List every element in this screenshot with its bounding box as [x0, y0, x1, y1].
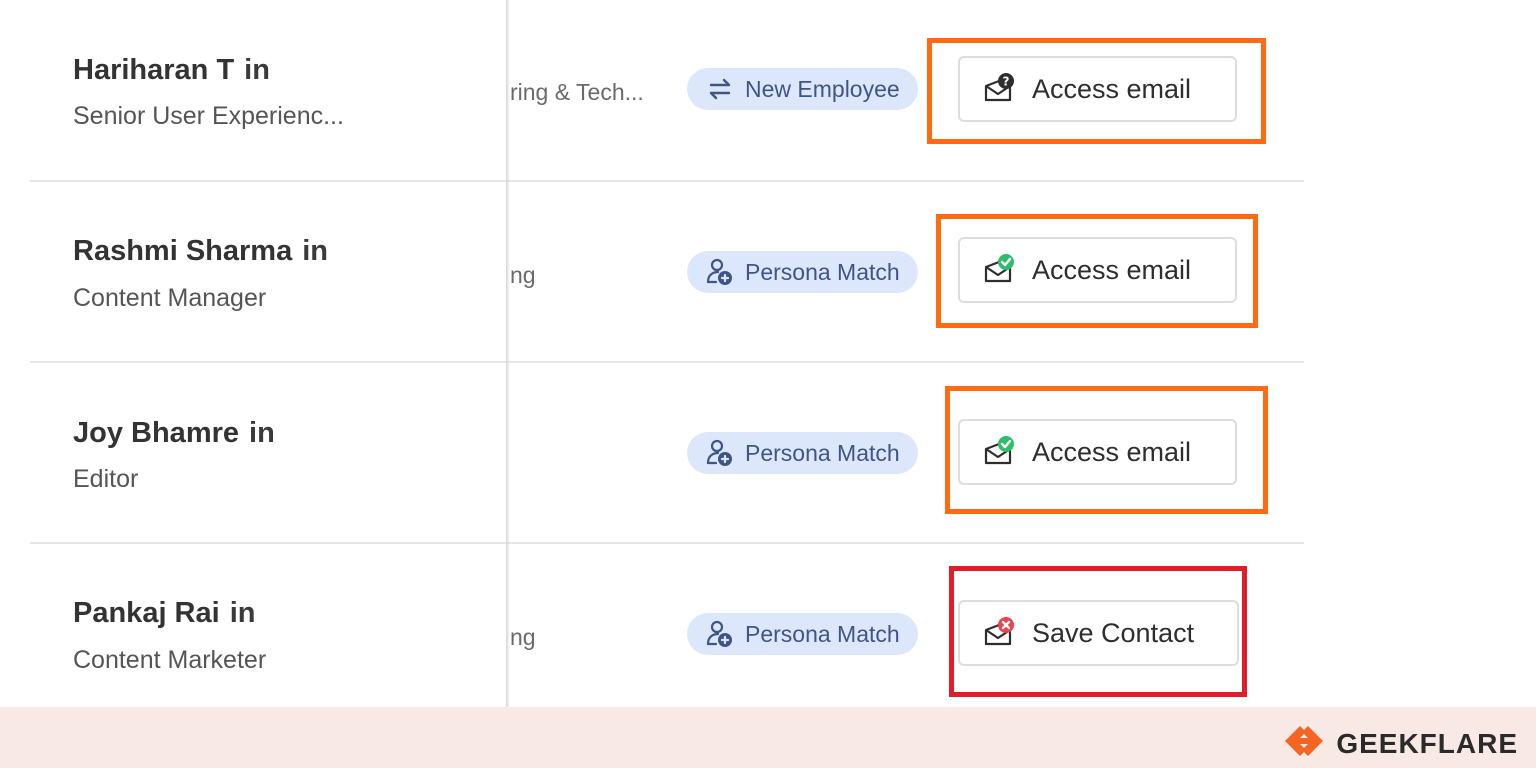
contact-department: ng [510, 624, 536, 650]
contact-department: ng [510, 262, 536, 288]
contact-title: Senior User Experienc... [73, 102, 344, 130]
highlight-box [945, 386, 1268, 514]
highlight-box [936, 214, 1258, 328]
contacts-table: Hariharan T in Senior User Experienc... r… [0, 0, 1536, 707]
contact-name-text[interactable]: Rashmi Sharma [73, 235, 292, 267]
contact-name-text[interactable]: Pankaj Rai [73, 597, 220, 629]
geekflare-logo-icon [1282, 723, 1326, 764]
persona-match-icon [705, 257, 735, 287]
table-row: Pankaj Rai in Content Marketer ng Persona… [0, 544, 1536, 707]
brand: GEEKFLARE [1282, 723, 1518, 764]
contact-name[interactable]: Pankaj Rai in [73, 597, 255, 630]
status-tag: Persona Match [687, 613, 918, 655]
contact-name-text[interactable]: Joy Bhamre [73, 417, 239, 449]
table-row: Joy Bhamre in Editor Persona Match Acces… [0, 363, 1536, 544]
footer-bar: GEEKFLARE [0, 707, 1536, 768]
table-row: Rashmi Sharma in Content Manager ng Perso… [0, 182, 1536, 363]
contact-title: Content Marketer [73, 646, 267, 674]
contact-name[interactable]: Joy Bhamre in [73, 417, 275, 450]
status-tag: Persona Match [687, 432, 918, 474]
contact-name[interactable]: Hariharan T in [73, 54, 270, 87]
linkedin-icon[interactable]: in [249, 417, 275, 449]
contact-name[interactable]: Rashmi Sharma in [73, 235, 328, 268]
contact-title: Content Manager [73, 284, 267, 312]
contact-name-text[interactable]: Hariharan T [73, 54, 234, 86]
status-tag: New Employee [687, 68, 918, 110]
sticky-column-divider [506, 0, 510, 707]
linkedin-icon[interactable]: in [244, 54, 270, 86]
linkedin-icon[interactable]: in [230, 597, 256, 629]
highlight-box [949, 566, 1247, 697]
status-tag-label: Persona Match [745, 258, 900, 285]
brand-name: GEEKFLARE [1336, 727, 1518, 759]
table-row: Hariharan T in Senior User Experienc... r… [0, 0, 1536, 181]
highlight-box [927, 38, 1266, 144]
status-tag-label: Persona Match [745, 439, 900, 466]
contact-department: ring & Tech... [510, 79, 644, 105]
contact-title: Editor [73, 465, 139, 493]
status-tag: Persona Match [687, 251, 918, 293]
status-tag-label: New Employee [745, 75, 900, 102]
linkedin-icon[interactable]: in [302, 235, 328, 267]
persona-match-icon [705, 619, 735, 649]
swap-arrows-icon [705, 74, 735, 104]
status-tag-label: Persona Match [745, 620, 900, 647]
persona-match-icon [705, 438, 735, 468]
